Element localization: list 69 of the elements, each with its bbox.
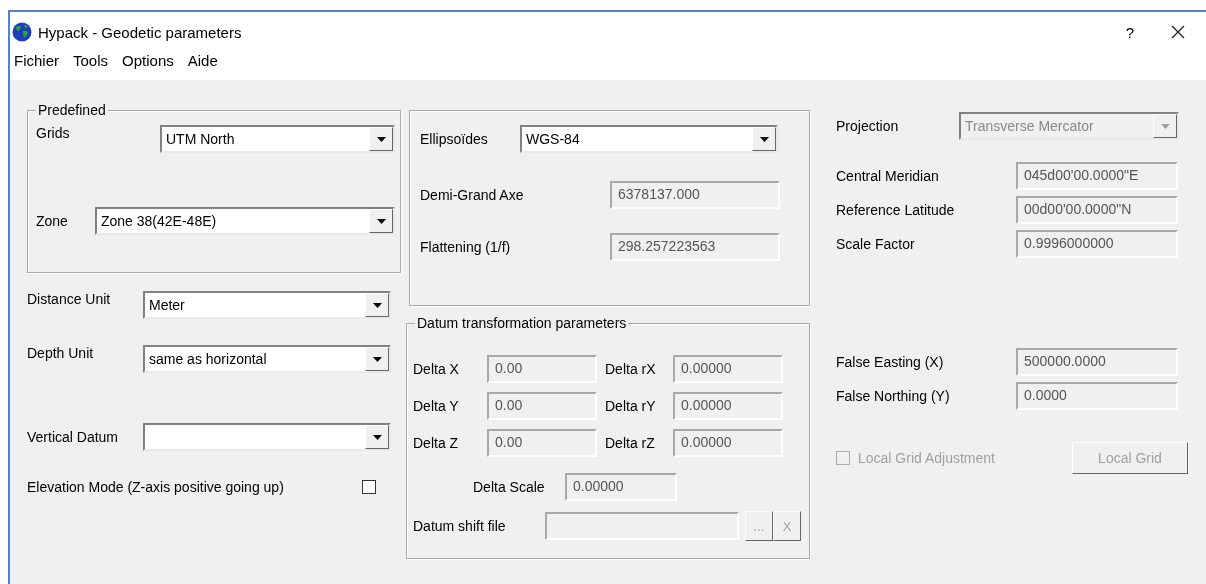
- help-button[interactable]: ?: [1110, 17, 1150, 47]
- dropdown-button[interactable]: [365, 293, 389, 317]
- text-field[interactable]: 00d00'00.0000"N: [1016, 196, 1178, 224]
- dropdown[interactable]: Zone 38(42E-48E): [95, 207, 395, 235]
- file-path-field[interactable]: [545, 512, 739, 540]
- menu-item[interactable]: Aide: [185, 52, 224, 69]
- text-field[interactable]: 0.00: [487, 392, 597, 420]
- group-title: Predefined: [36, 102, 108, 118]
- field-label: Demi-Grand Axe: [420, 187, 525, 203]
- field-label: Delta X: [413, 361, 460, 377]
- dropdown-button[interactable]: [752, 127, 776, 151]
- dropdown[interactable]: Meter: [143, 291, 391, 319]
- field-label: Grids: [36, 125, 71, 141]
- text-field[interactable]: 0.00000: [565, 473, 677, 501]
- field-label: Datum shift file: [413, 518, 507, 534]
- caret-icon: [372, 356, 382, 362]
- window-title: Hypack - Geodetic parameters: [38, 23, 242, 41]
- dropdown[interactable]: [143, 423, 391, 451]
- field-label: Zone: [36, 213, 69, 229]
- field-label: Reference Latitude: [836, 202, 956, 218]
- dropdown-button[interactable]: [369, 209, 393, 233]
- checkbox[interactable]: [362, 480, 376, 494]
- dropdown[interactable]: same as horizontal: [143, 345, 391, 373]
- text-field[interactable]: 0.9996000000: [1016, 230, 1178, 258]
- caret-icon: [376, 218, 386, 224]
- group-title: Datum transformation parameters: [415, 315, 629, 331]
- field-label: Central Meridian: [836, 168, 940, 184]
- menu-item[interactable]: Options: [120, 52, 180, 69]
- field-label: Distance Unit: [27, 291, 112, 307]
- close-icon: [1171, 25, 1185, 39]
- text-field[interactable]: 298.257223563: [610, 233, 780, 261]
- field-label: Delta Y: [413, 398, 460, 414]
- checkbox-label: Local Grid Adjustment: [858, 450, 996, 466]
- dropdown[interactable]: UTM North: [160, 125, 395, 153]
- checkbox-label: Elevation Mode (Z-axis positive going up): [27, 479, 285, 495]
- caret-icon: [759, 136, 769, 142]
- text-field[interactable]: 0.00000: [673, 355, 783, 383]
- field-label: Depth Unit: [27, 345, 95, 361]
- text-field[interactable]: 0.0000: [1016, 382, 1178, 410]
- field-label: Delta rY: [605, 398, 657, 414]
- dropdown-button[interactable]: [365, 425, 389, 449]
- text-field[interactable]: 0.00000: [673, 429, 783, 457]
- field-label: False Easting (X): [836, 354, 945, 370]
- field-label: Scale Factor: [836, 236, 916, 252]
- caret-icon: [1160, 123, 1170, 129]
- menu-item[interactable]: Tools: [71, 52, 115, 69]
- field-label: Delta Z: [413, 435, 460, 451]
- text-field[interactable]: 045d00'00.0000"E: [1016, 162, 1178, 190]
- field-label: Vertical Datum: [27, 429, 120, 445]
- dropdown-button[interactable]: [365, 347, 389, 371]
- menu-item[interactable]: Fichier: [12, 52, 65, 69]
- globe-icon: [12, 22, 32, 42]
- text-field[interactable]: 0.00000: [673, 392, 783, 420]
- text-field[interactable]: 500000.0000: [1016, 348, 1178, 376]
- field-label: Delta rZ: [605, 435, 656, 451]
- dropdown[interactable]: WGS-84: [520, 125, 778, 153]
- caret-icon: [372, 302, 382, 308]
- caret-icon: [376, 136, 386, 142]
- field-label: Projection: [836, 118, 900, 134]
- dropdown-button[interactable]: [369, 127, 393, 151]
- field-label: Flattening (1/f): [420, 239, 512, 255]
- field-label: Ellipsoïdes: [420, 131, 489, 147]
- text-field[interactable]: 0.00: [487, 429, 597, 457]
- caret-icon: [372, 434, 382, 440]
- field-label: Delta Scale: [473, 479, 546, 495]
- field-label: False Northing (Y): [836, 388, 951, 404]
- field-label: Delta rX: [605, 361, 657, 377]
- text-field[interactable]: 0.00: [487, 355, 597, 383]
- text-field[interactable]: 6378137.000: [610, 181, 780, 209]
